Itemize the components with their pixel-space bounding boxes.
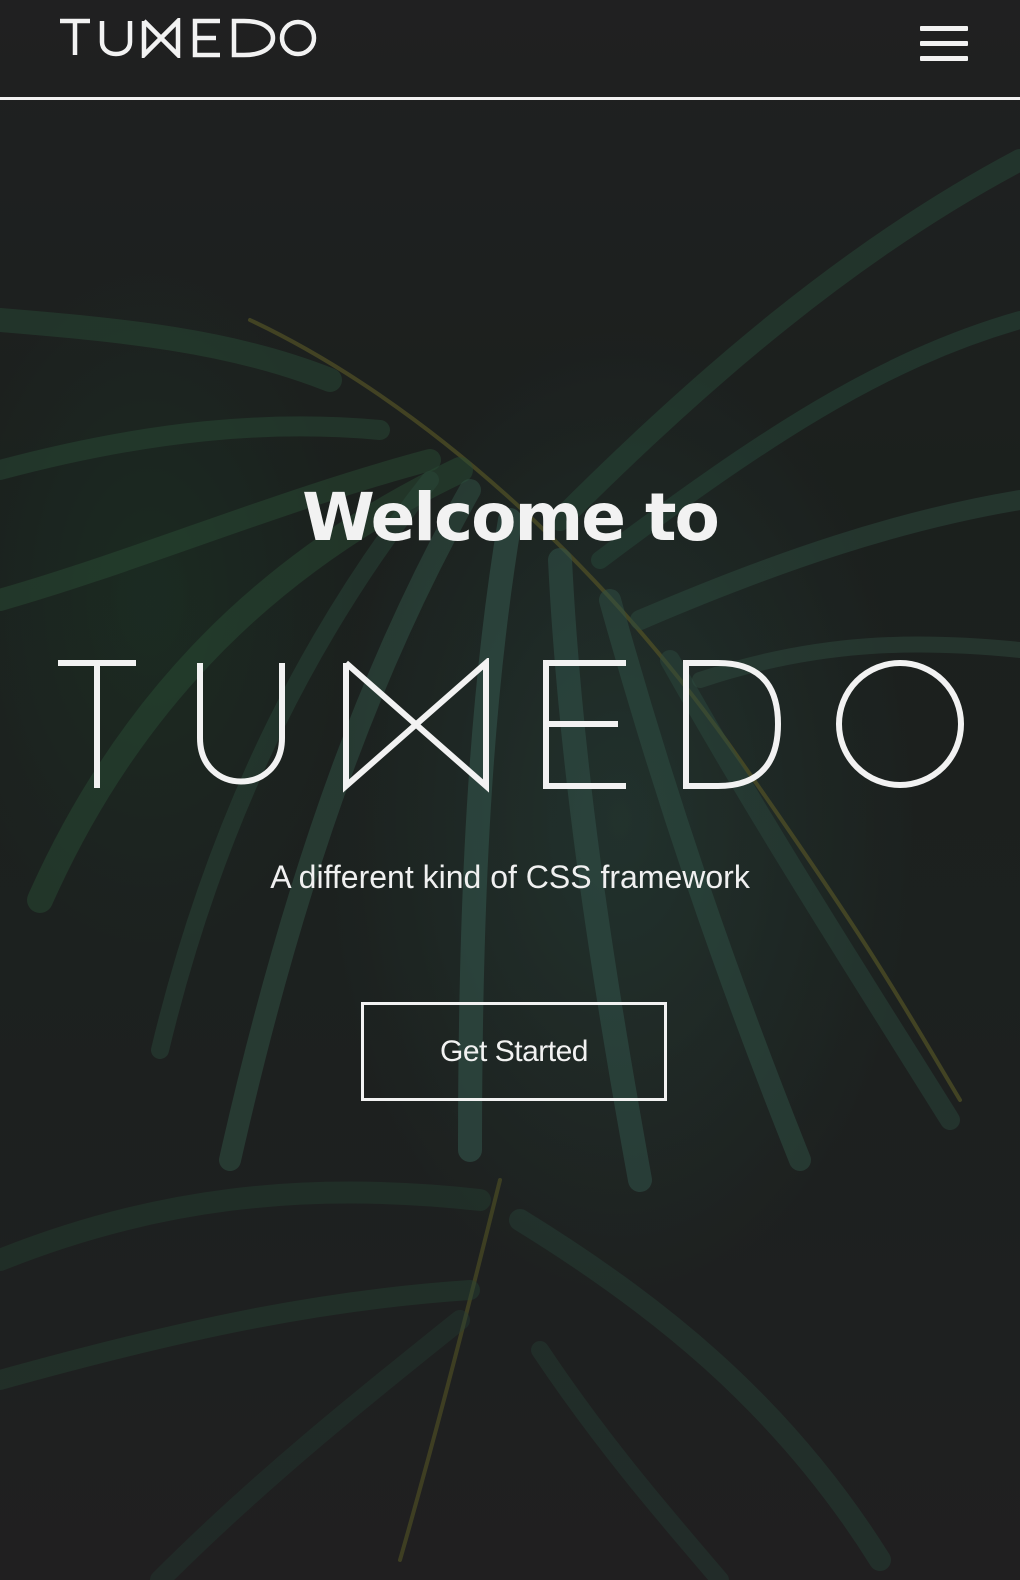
hamburger-menu-icon[interactable] [918,22,972,64]
menu-bar-bottom [920,56,968,61]
hero-logo [58,658,964,793]
hero-section: Welcome to A different kind of CSS frame… [0,103,1020,1580]
menu-bar-middle [920,41,968,46]
menu-bar-top [920,26,968,31]
hero-subtitle: A different kind of CSS framework [270,859,750,895]
get-started-button[interactable]: Get Started [361,1002,667,1101]
hero-title: Welcome to [302,479,720,556]
landing-page: Welcome to A different kind of CSS frame… [0,0,1020,1580]
top-navbar [0,0,1020,100]
brand-logo[interactable] [60,18,318,58]
